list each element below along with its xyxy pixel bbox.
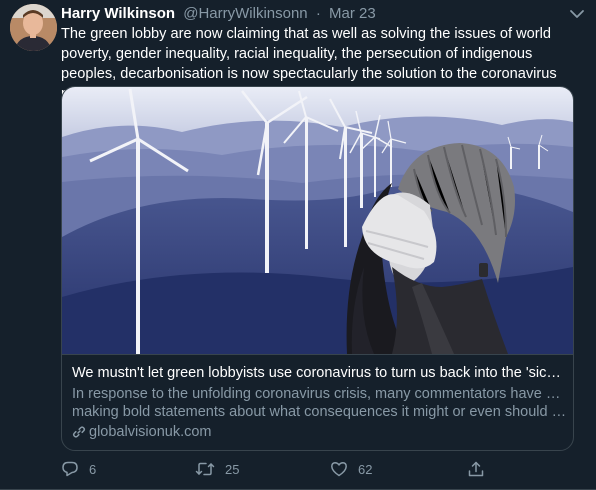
author-handle[interactable]: @HarryWilkinsonn [183, 5, 307, 22]
reply-icon [62, 461, 78, 477]
retweet-count: 25 [225, 461, 240, 477]
reply-button[interactable]: 6 [61, 458, 96, 480]
tweet[interactable]: Harry Wilkinson @HarryWilkinsonn · Mar 2… [0, 0, 596, 490]
retweet-icon [195, 462, 215, 476]
author-name[interactable]: Harry Wilkinson [61, 5, 175, 22]
retweet-button[interactable]: 25 [195, 458, 239, 480]
card-title[interactable]: We mustn't let green lobbyists use coron… [72, 364, 567, 382]
card-description: In response to the unfolding coronavirus… [72, 385, 567, 421]
wind-turbines-masked-woman-image[interactable] [62, 87, 573, 355]
reply-count: 6 [89, 461, 97, 477]
card-body: We mustn't let green lobbyists use coron… [72, 364, 567, 441]
share-icon [468, 461, 484, 477]
link-icon [72, 426, 86, 438]
heart-icon [331, 462, 347, 477]
like-button[interactable]: 62 [330, 458, 372, 480]
tweet-date[interactable]: Mar 23 [329, 5, 376, 22]
card-description-line: making bold statements about what conseq… [72, 404, 567, 420]
chevron-down-icon[interactable] [566, 4, 588, 24]
link-card[interactable]: We mustn't let green lobbyists use coron… [61, 86, 574, 451]
card-description-line: In response to the unfolding coronavirus… [72, 386, 567, 402]
tweet-header: Harry Wilkinson @HarryWilkinsonn · Mar 2… [61, 4, 376, 24]
share-button[interactable] [467, 458, 485, 480]
author-avatar[interactable] [10, 4, 57, 51]
card-domain[interactable]: globalvisionuk.com [89, 423, 212, 441]
like-count: 62 [358, 461, 373, 477]
tweet-actions: 6 25 62 [61, 458, 581, 480]
card-domain-row: globalvisionuk.com [72, 423, 567, 441]
avatar-image [10, 4, 57, 51]
separator-dot: · [315, 5, 321, 22]
